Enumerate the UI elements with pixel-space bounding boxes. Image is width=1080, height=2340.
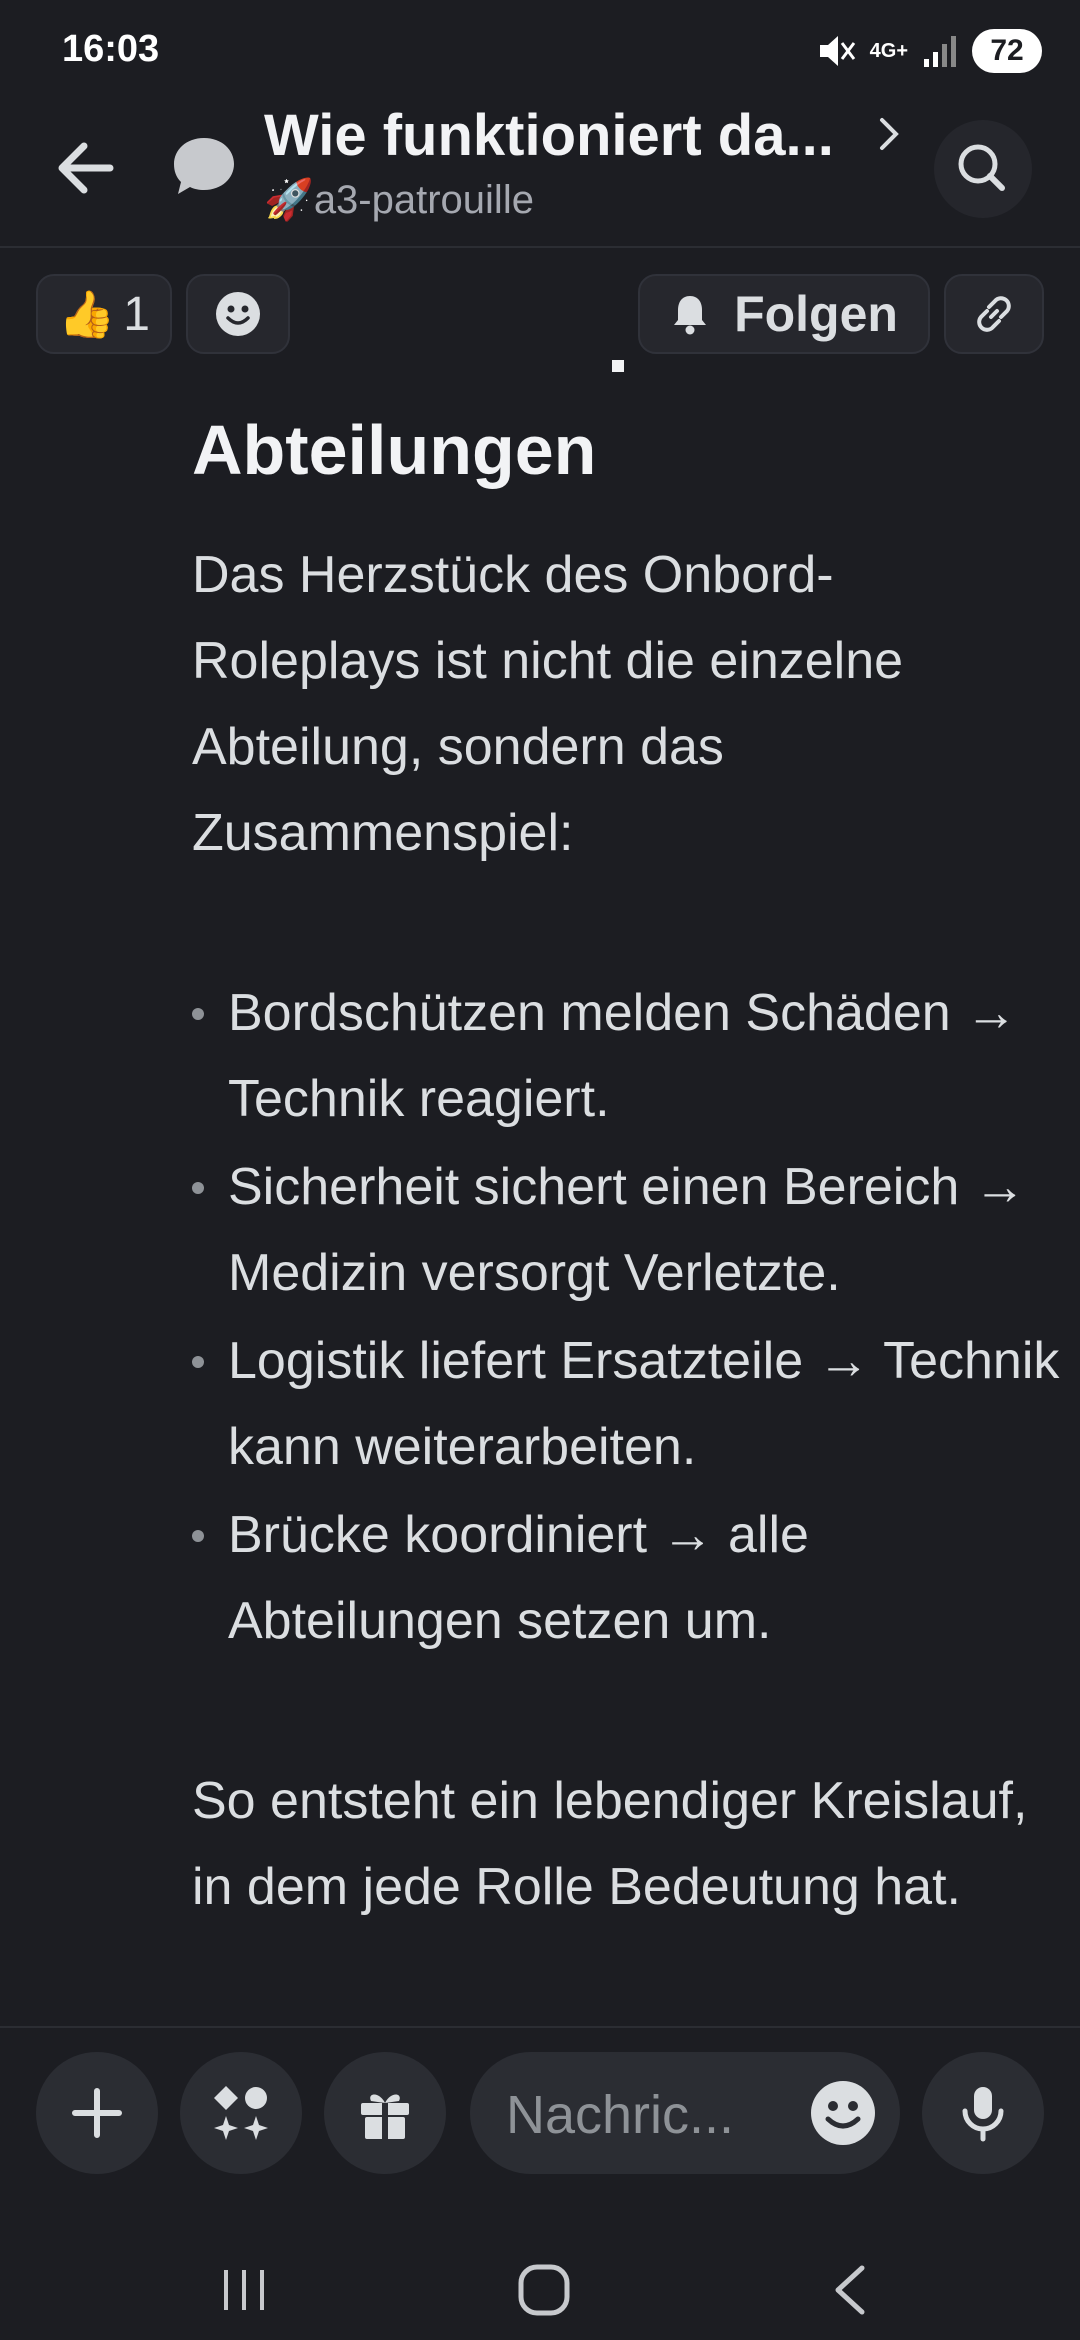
bell-icon	[674, 296, 707, 335]
section-heading: Abteilungen	[192, 411, 597, 489]
message-composer: Nachric...	[0, 2026, 1080, 2228]
arrow-left-icon	[58, 142, 114, 194]
smiley-icon	[811, 2081, 875, 2145]
rocket-emoji: 🚀	[264, 178, 314, 222]
bullet-list: Bordschützen melden Schäden → Technik re…	[190, 970, 1070, 1666]
cut-off-heading-fragment	[0, 360, 1080, 374]
back-button[interactable]	[46, 128, 126, 208]
list-item: Brücke koordiniert → alle Abteilungen se…	[190, 1492, 1070, 1664]
microphone-icon	[962, 2087, 1004, 2142]
signal-icon	[924, 36, 956, 67]
message-input[interactable]: Nachric...	[470, 2052, 900, 2174]
system-navigation-bar	[0, 2226, 1080, 2340]
link-icon	[977, 296, 1011, 332]
thumbs-up-emoji: 👍	[58, 287, 116, 340]
voice-message-button[interactable]	[922, 2052, 1044, 2174]
search-button[interactable]	[934, 120, 1032, 218]
gift-button[interactable]	[324, 2052, 446, 2174]
reaction-count: 1	[123, 287, 150, 341]
message-placeholder: Nachric...	[506, 2085, 735, 2145]
status-icons: 4G+ 72	[816, 26, 1042, 76]
status-time: 16:03	[62, 28, 160, 70]
channel-name-text: a3-patrouille	[313, 178, 534, 222]
list-item: Sicherheit sichert einen Bereich → Mediz…	[190, 1144, 1070, 1316]
chevron-right-icon[interactable]	[874, 112, 904, 156]
intro-paragraph: Das Herzstück des Onbord-Roleplays ist n…	[192, 546, 904, 862]
outro-paragraph: So entsteht ein lebendiger Kreislauf, in…	[192, 1772, 1028, 1916]
home-icon[interactable]	[516, 2262, 572, 2318]
thread-header: Wie funktioniert da... 🚀a3-patrouille	[0, 90, 1080, 248]
copy-link-button[interactable]	[944, 274, 1044, 354]
smiley-icon	[216, 292, 260, 336]
network-type: 4G+	[869, 39, 908, 62]
search-icon	[958, 144, 1005, 191]
battery-indicator: 72	[972, 29, 1042, 73]
add-attachment-button[interactable]	[36, 2052, 158, 2174]
emoji-button[interactable]	[808, 2078, 878, 2148]
apps-button[interactable]	[180, 2052, 302, 2174]
nav-back-icon[interactable]	[826, 2262, 876, 2318]
list-item: Bordschützen melden Schäden → Technik re…	[190, 970, 1070, 1142]
follow-button[interactable]: Folgen	[638, 274, 930, 354]
add-reaction-button[interactable]	[186, 274, 290, 354]
apps-icon	[214, 2086, 268, 2140]
recent-apps-icon[interactable]	[218, 2264, 270, 2316]
thread-icon	[168, 130, 240, 202]
follow-label: Folgen	[734, 286, 898, 342]
channel-name[interactable]: 🚀a3-patrouille	[264, 176, 534, 223]
gift-icon	[361, 2094, 409, 2139]
plus-icon	[72, 2088, 122, 2138]
mute-icon	[819, 36, 855, 66]
reaction-thumbs-up[interactable]: 👍 1	[36, 274, 172, 354]
thread-title[interactable]: Wie funktioniert da...	[264, 102, 834, 169]
list-item: Logistik liefert Ersatzteile → Technik k…	[190, 1318, 1070, 1490]
